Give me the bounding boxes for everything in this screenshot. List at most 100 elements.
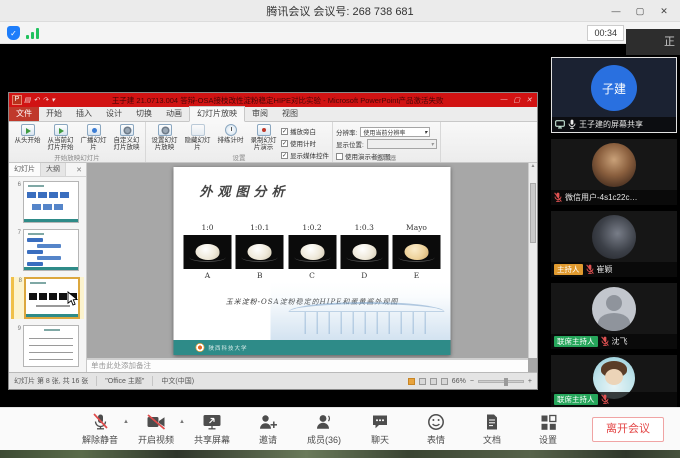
- participant-tile-screen-share[interactable]: 子建 王子建的屏幕共享: [551, 57, 677, 133]
- language-indicator[interactable]: 中文(中国): [161, 376, 194, 386]
- participant-label: 联席主持人 沈飞: [551, 334, 677, 349]
- invite-button[interactable]: 邀请: [248, 412, 288, 446]
- zoom-out-icon[interactable]: −: [470, 378, 474, 385]
- tab-outline[interactable]: 大纲: [41, 163, 66, 176]
- rbtn-label: 排练计时: [218, 137, 244, 144]
- slide-edit-area: 外观图分析 1:0 A 1:0.1 B: [87, 163, 537, 372]
- hide-slide-button[interactable]: 隐藏幻灯片: [182, 124, 213, 151]
- tab-review[interactable]: 审阅: [245, 107, 275, 121]
- scrollbar-thumb[interactable]: [530, 183, 536, 243]
- participant-tile[interactable]: 微信用户-4s1c22c…: [551, 139, 677, 205]
- slide-thumbnail-row[interactable]: 9: [11, 325, 84, 367]
- vertical-scrollbar[interactable]: ▲: [528, 163, 537, 358]
- zoom-slider[interactable]: [478, 380, 524, 383]
- participant-label: 微信用户-4s1c22c…: [551, 190, 677, 205]
- slide-thumbnail[interactable]: [23, 181, 79, 223]
- ratio-label: 1:0.3: [340, 223, 388, 232]
- rehearse-timings-button[interactable]: 排练计时: [215, 124, 246, 144]
- toolbar-label: 文档: [483, 433, 501, 446]
- members-button[interactable]: 成员(36): [304, 412, 344, 446]
- close-icon[interactable]: ✕: [652, 0, 676, 22]
- quick-access-toolbar[interactable]: ▤ ↶ ↷ ▾: [24, 96, 55, 104]
- resolution-select[interactable]: 使用当前分辨率▾: [360, 127, 430, 137]
- zoom-slider-thumb[interactable]: [504, 378, 508, 386]
- pane-tabs: 幻灯片 大纲 ✕: [9, 163, 86, 177]
- slide-thumbnail[interactable]: [23, 325, 79, 367]
- shared-screen-area: P ▤ ↶ ↷ ▾ 王子建 21.0713.004 答辩-OSA接枝改性淀粉稳定…: [0, 44, 680, 407]
- undo-icon[interactable]: ↶: [34, 96, 40, 104]
- broadcast-slideshow-button[interactable]: 广播幻灯片: [78, 124, 109, 151]
- tab-file[interactable]: 文件: [9, 107, 39, 121]
- video-options-caret-icon[interactable]: ▲: [179, 419, 185, 425]
- tab-view[interactable]: 视图: [275, 107, 305, 121]
- tab-home[interactable]: 开始: [39, 107, 69, 121]
- invite-person-icon: [257, 412, 279, 432]
- participant-name: 沈飞: [612, 336, 628, 347]
- ppt-close-icon[interactable]: ✕: [526, 96, 532, 104]
- tab-slideshow[interactable]: 幻灯片放映: [189, 106, 245, 122]
- normal-view-icon[interactable]: [408, 378, 415, 385]
- pane-close-icon[interactable]: ✕: [76, 166, 86, 174]
- tab-design[interactable]: 设计: [99, 107, 129, 121]
- play-narration-checkbox[interactable]: ✓播放旁白: [281, 126, 329, 136]
- custom-slideshow-button[interactable]: 自定义幻灯片放映: [111, 124, 142, 151]
- rbtn-label: 从当前幻灯片开始: [45, 137, 76, 151]
- leave-meeting-button[interactable]: 离开会议: [592, 417, 664, 442]
- tab-slides-thumbnails[interactable]: 幻灯片: [9, 163, 41, 176]
- sample-photo-cell: 1:0 A: [184, 223, 232, 280]
- unmute-button[interactable]: 解除静音 ▲: [80, 412, 120, 446]
- zoom-in-icon[interactable]: +: [528, 378, 532, 385]
- save-icon[interactable]: ▤: [24, 96, 31, 104]
- meeting-toolbar: 解除静音 ▲ 开启视频 ▲ 共享屏幕 邀请 成员(36): [0, 407, 680, 450]
- docs-button[interactable]: 文档: [472, 412, 512, 446]
- toolbar-label: 开启视频: [138, 433, 174, 446]
- mic-muted-icon: [601, 336, 609, 347]
- participant-tile[interactable]: 主持人 崔颖: [551, 211, 677, 277]
- emoji-button[interactable]: 表情: [416, 412, 456, 446]
- toolbar-label: 设置: [539, 433, 557, 446]
- letter-label: D: [340, 271, 388, 280]
- slides-pane: 幻灯片 大纲 ✕ 6 7 8: [9, 163, 87, 372]
- settings-button[interactable]: 设置: [528, 412, 568, 446]
- tab-insert[interactable]: 插入: [69, 107, 99, 121]
- notes-placeholder[interactable]: 单击此处添加备注: [87, 358, 528, 372]
- slide-thumbnail-row[interactable]: 6: [11, 181, 84, 223]
- slideshow-view-icon[interactable]: [441, 378, 448, 385]
- ppt-minimize-icon[interactable]: —: [501, 96, 508, 104]
- from-beginning-button[interactable]: 从头开始: [12, 124, 43, 144]
- participant-label: 王子建的屏幕共享: [552, 117, 676, 132]
- participant-tile[interactable]: 联席主持人: [551, 355, 677, 407]
- minimize-icon[interactable]: —: [604, 0, 628, 22]
- participant-tile[interactable]: 联席主持人 沈飞: [551, 283, 677, 349]
- ppt-restore-icon[interactable]: ▢: [514, 96, 521, 104]
- start-video-button[interactable]: 开启视频 ▲: [136, 412, 176, 446]
- letter-label: A: [184, 271, 232, 280]
- slide-thumbnail-row-current[interactable]: 8: [11, 277, 84, 319]
- from-current-slide-button[interactable]: 从当前幻灯片开始: [45, 124, 76, 151]
- use-timings-checkbox[interactable]: ✓使用计时: [281, 138, 329, 148]
- tab-transitions[interactable]: 切换: [129, 107, 159, 121]
- broadcast-globe-icon: [87, 124, 101, 136]
- setup-slideshow-button[interactable]: 设置幻灯片放映: [149, 124, 180, 151]
- slide-sorter-view-icon[interactable]: [419, 378, 426, 385]
- slide-thumbnail[interactable]: [23, 229, 79, 271]
- security-shield-icon[interactable]: ✓: [7, 26, 20, 40]
- ratio-label: 1:0.1: [236, 223, 284, 232]
- checkbox-label: 使用计时: [290, 138, 316, 148]
- chat-button[interactable]: 聊天: [360, 412, 400, 446]
- record-slideshow-button[interactable]: 录制幻灯片演示: [248, 124, 279, 151]
- share-screen-button[interactable]: 共享屏幕: [192, 412, 232, 446]
- show-on-select[interactable]: ▾: [367, 139, 437, 149]
- reading-view-icon[interactable]: [430, 378, 437, 385]
- current-slide[interactable]: 外观图分析 1:0 A 1:0.1 B: [174, 167, 451, 355]
- redo-icon[interactable]: ↷: [43, 96, 49, 104]
- chat-bubble-icon: [370, 412, 390, 432]
- network-signal-icon[interactable]: [26, 28, 40, 39]
- slide-thumbnail-row[interactable]: 7: [11, 229, 84, 271]
- scroll-up-icon[interactable]: ▲: [531, 163, 536, 169]
- tab-animations[interactable]: 动画: [159, 107, 189, 121]
- group-label-start: 开始放映幻灯片: [9, 152, 145, 162]
- mute-options-caret-icon[interactable]: ▲: [123, 419, 129, 425]
- slideshow-play-icon: [21, 124, 35, 136]
- maximize-icon[interactable]: ▢: [628, 0, 652, 22]
